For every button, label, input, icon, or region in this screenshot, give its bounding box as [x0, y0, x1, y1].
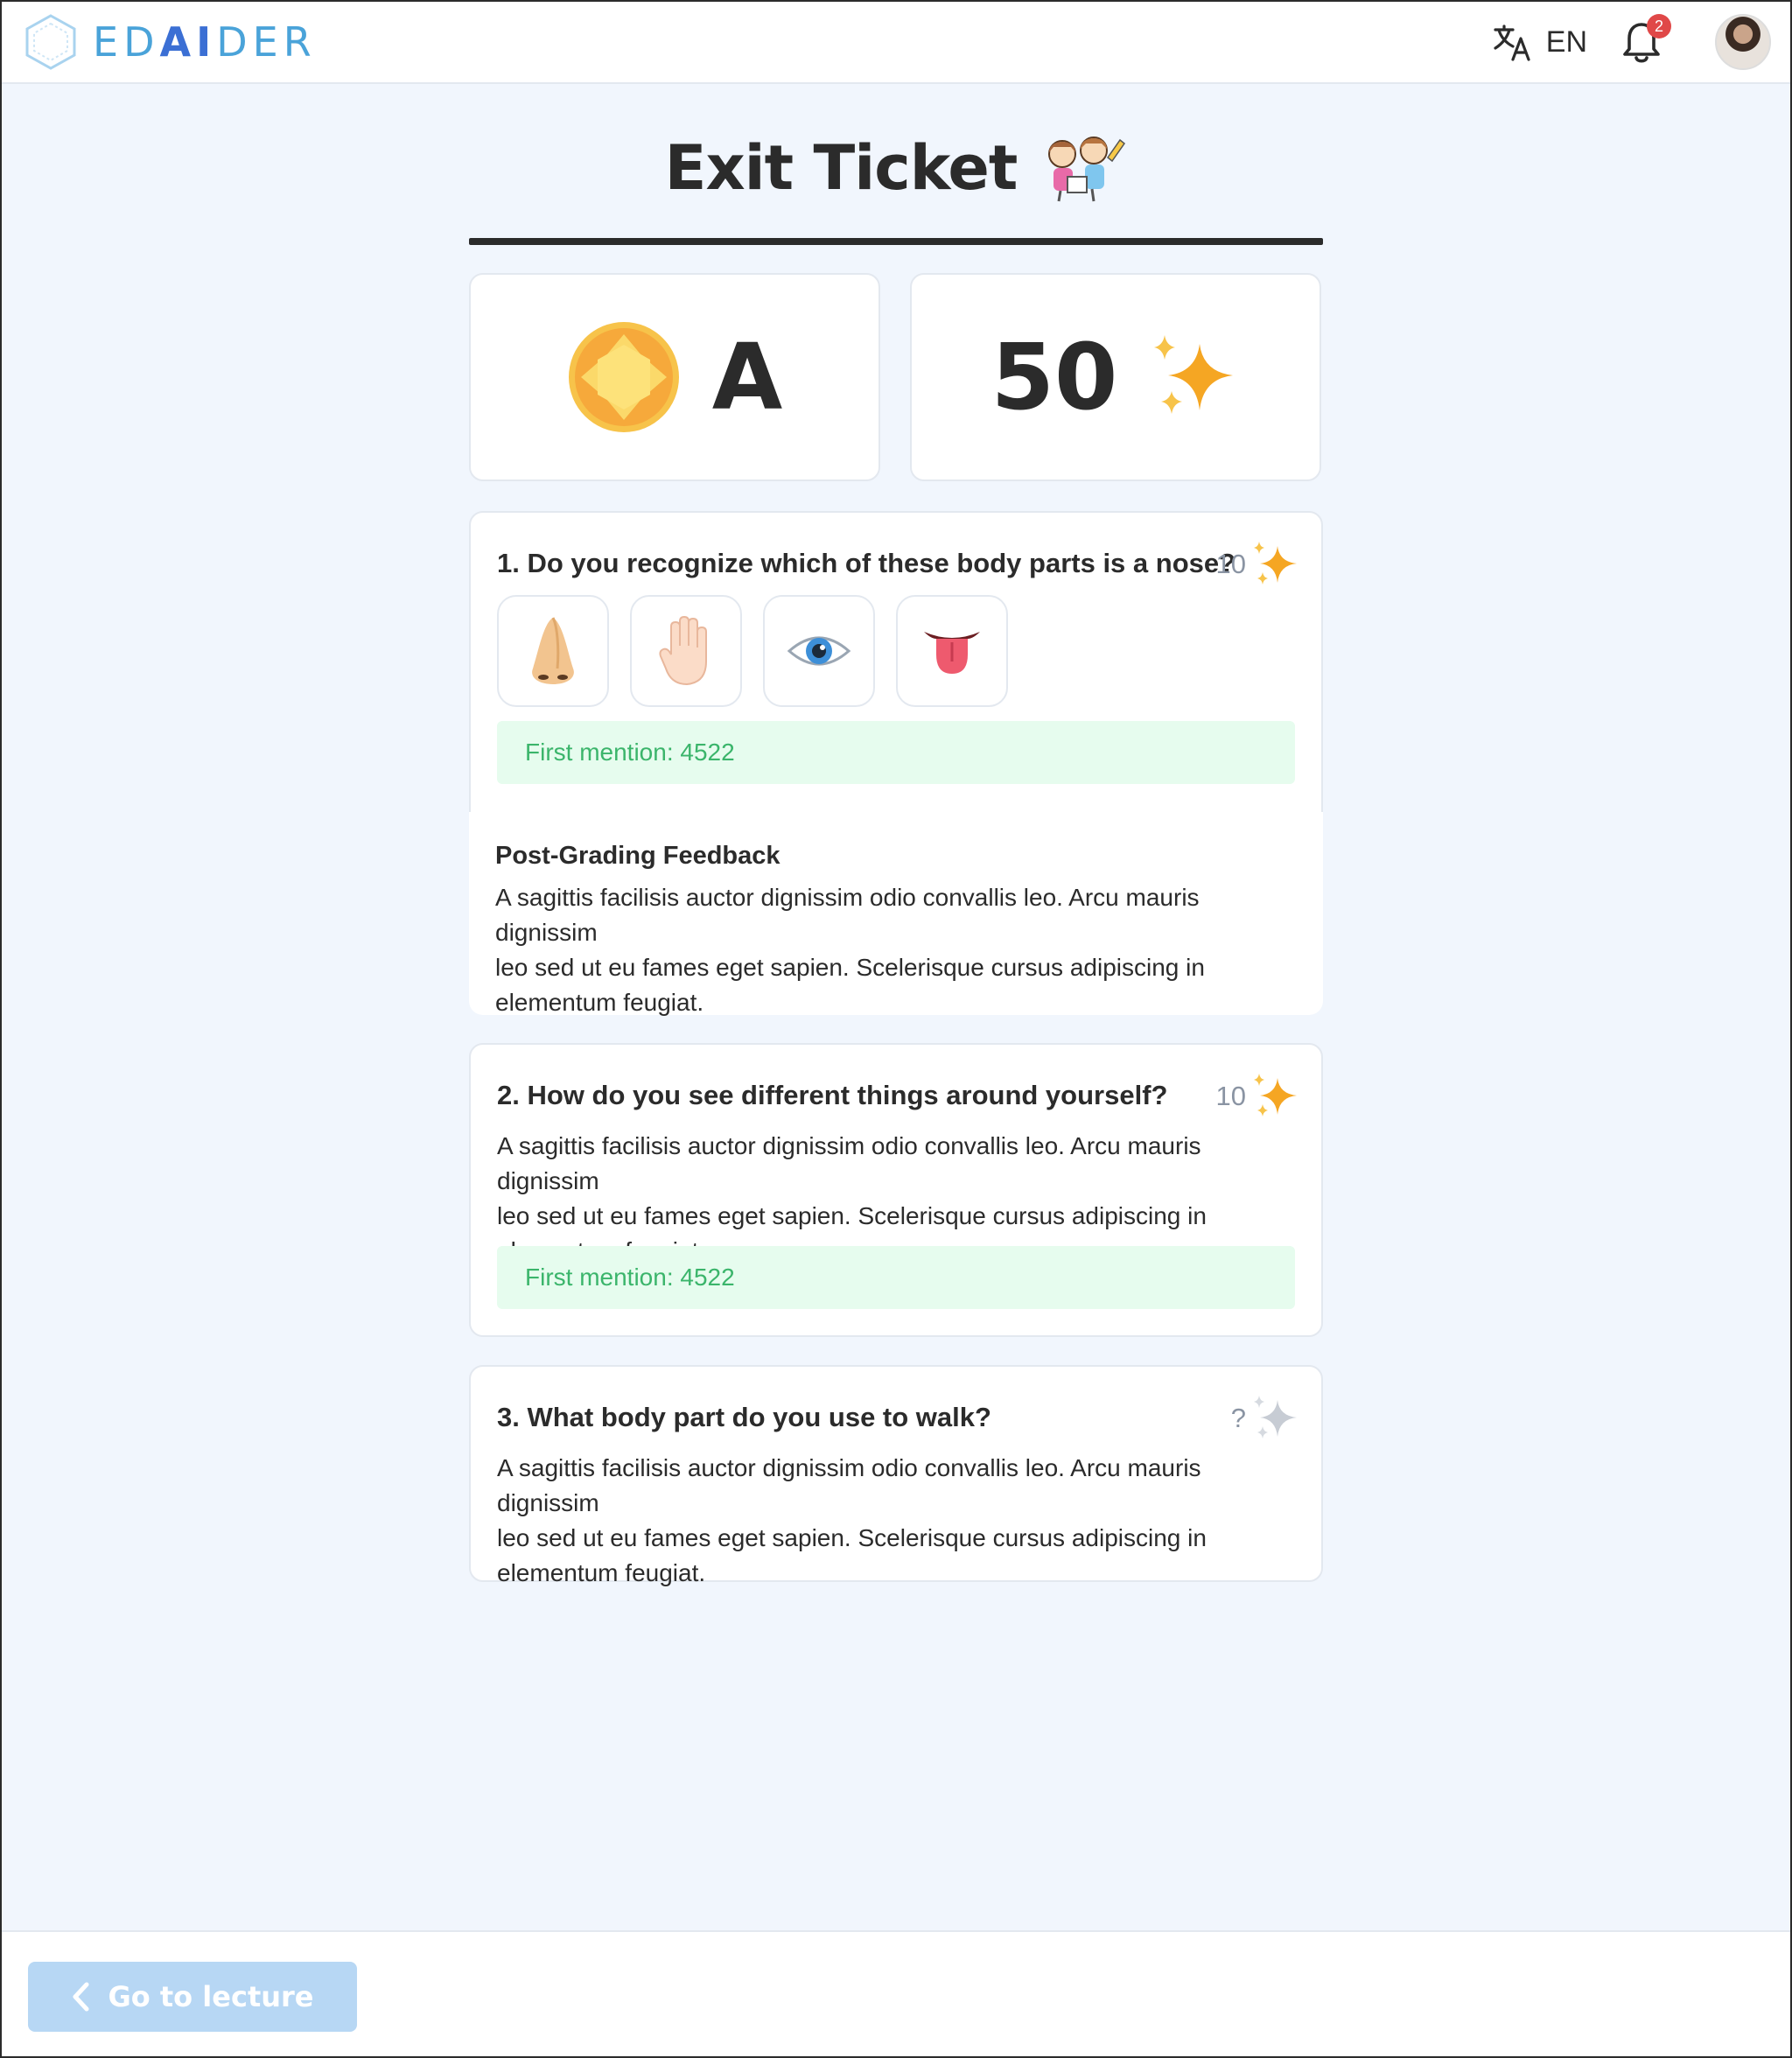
go-to-lecture-button[interactable]: Go to lecture: [28, 1962, 357, 2032]
kids-illustration-icon: [1048, 136, 1126, 202]
points-card: 50: [910, 273, 1321, 481]
post-grading-feedback: Post-Grading Feedback A sagittis facilis…: [469, 812, 1323, 1016]
option-nose[interactable]: [497, 595, 609, 707]
page-frame: [0, 0, 1792, 2058]
title-divider: [469, 238, 1323, 245]
answer-options: [497, 595, 1008, 707]
question-title: 3. What body part do you use to walk?: [497, 1402, 991, 1432]
option-hand[interactable]: [630, 595, 742, 707]
chevron-left-icon: [73, 1982, 89, 2012]
feedback-title: Post-Grading Feedback: [495, 842, 780, 870]
sparkles-icon: [1154, 335, 1234, 414]
feedback-text: A sagittis facilisis auctor dignissim od…: [495, 884, 1205, 1016]
top-bar: EDAIDER EN 2: [0, 0, 1792, 84]
sparkles-icon: [1254, 542, 1297, 584]
question-points: 10: [1216, 541, 1298, 588]
question-card-3: 3. What body part do you use to walk? ? …: [469, 1365, 1323, 1586]
answer-text: A sagittis facilisis auctor dignissim od…: [497, 1454, 1207, 1586]
gold-medal-icon: [568, 322, 679, 432]
hand-icon: [659, 615, 707, 686]
tongue-icon: [924, 632, 980, 674]
language-selector[interactable]: EN: [1546, 25, 1587, 60]
page-header: Exit Ticket: [469, 128, 1323, 208]
edaider-logo[interactable]: EDAIDER: [24, 12, 317, 72]
logo-wordmark: EDAIDER: [93, 18, 317, 66]
question-points: 10: [1216, 1073, 1298, 1120]
page-title: Exit Ticket: [664, 132, 1018, 204]
option-tongue[interactable]: [896, 595, 1008, 707]
question-title: 2. How do you see different things aroun…: [497, 1080, 1168, 1110]
translate-icon[interactable]: [1492, 21, 1534, 63]
first-mention-note: First mention: 4522: [497, 1246, 1295, 1309]
question-title: 1. Do you recognize which of these body …: [497, 548, 1236, 578]
question-card-2: 2. How do you see different things aroun…: [469, 1043, 1323, 1337]
eye-icon: [787, 636, 851, 666]
grade-card: A: [469, 273, 880, 481]
nose-icon: [532, 617, 574, 684]
points-total: 50: [990, 324, 1118, 430]
sparkles-icon: [1254, 1074, 1297, 1116]
bottom-bar: Go to lecture: [0, 1930, 1792, 2058]
notification-badge: 2: [1647, 14, 1671, 38]
points-value: 10: [1215, 549, 1246, 579]
option-eye[interactable]: [763, 595, 875, 707]
points-value: 10: [1215, 1081, 1246, 1111]
question-points: ?: [1231, 1395, 1298, 1442]
hexagon-logo-icon: [25, 14, 76, 70]
points-value: ?: [1230, 1403, 1246, 1433]
go-to-lecture-label: Go to lecture: [108, 1980, 314, 2013]
user-avatar[interactable]: [1715, 14, 1771, 70]
notifications-button[interactable]: 2: [1620, 14, 1671, 65]
sparkles-icon: [1254, 1396, 1297, 1438]
first-mention-note: First mention: 4522: [497, 721, 1295, 784]
grade-value: A: [711, 324, 783, 430]
question-card-1: 1. Do you recognize which of these body …: [469, 511, 1323, 814]
